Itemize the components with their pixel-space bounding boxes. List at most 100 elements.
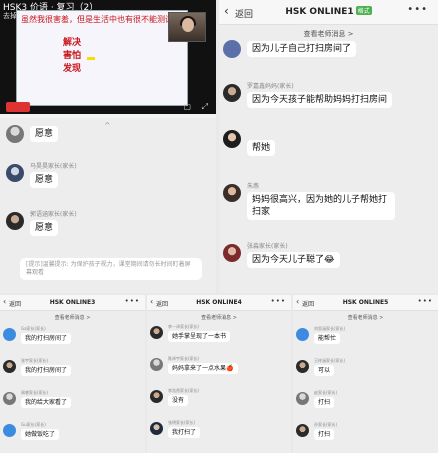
- avatar[interactable]: [150, 326, 163, 339]
- sender-name: 李一泽家长(家长): [168, 324, 200, 329]
- video-subtitle: 去掉: [3, 12, 17, 20]
- divider: [0, 114, 216, 118]
- nav-bar: ‹ 返回 HSK ONLINE1 格式 •••: [219, 0, 438, 25]
- chat-title-text: HSK ONLINE1: [285, 7, 354, 17]
- message-bubble: 我的给大家看了: [21, 397, 72, 408]
- sender-name: 刘思涵家长(家长): [314, 326, 346, 331]
- avatar[interactable]: [6, 212, 24, 230]
- avatar[interactable]: [296, 328, 309, 341]
- message-bubble: 愿意: [30, 220, 59, 236]
- sender-name: 王梓涵家长(家长): [314, 358, 346, 363]
- fruit-emoji-icon: 🍎: [226, 365, 234, 372]
- avatar[interactable]: [296, 392, 309, 405]
- chat-message: 因为儿子自己打扫房间了: [219, 38, 438, 78]
- chat-message: 愿意: [0, 124, 216, 164]
- avatar[interactable]: [150, 390, 163, 403]
- chat-message: Gu家长(家长) 她做饭吃了: [0, 421, 145, 453]
- message-bubble: 愿意: [30, 126, 59, 142]
- avatar[interactable]: [223, 40, 241, 58]
- message-bubble: 因为今天儿子聪了😂: [247, 252, 340, 268]
- slide-word: 解决: [63, 38, 82, 48]
- avatar[interactable]: [223, 84, 241, 102]
- avatar[interactable]: [223, 244, 241, 262]
- lesson-slide: 虽然我很害羞，但是生活中也有很不能测试的问题 解决 害怕 发现: [16, 10, 197, 106]
- sender-name: 张明家长(家长): [168, 420, 196, 425]
- chat-title: HSK ONLINE4: [196, 299, 242, 306]
- avatar[interactable]: [150, 358, 163, 371]
- avatar[interactable]: [3, 328, 16, 341]
- nav-bar: ‹ 返回 HSK ONLINE3 •••: [0, 295, 145, 311]
- teacher-face: [182, 18, 194, 32]
- chat-message: 帮她: [219, 128, 438, 168]
- sender-name: 朱燕: [247, 183, 260, 190]
- group-badge: 格式: [355, 6, 372, 15]
- live-video[interactable]: HSK3 价语 · 复习（2） 去掉 虽然我很害羞，但是生活中也有很不能测试的问…: [0, 0, 216, 118]
- chat-message: 郭语涵家长(家长) 愿意: [0, 208, 216, 248]
- chat-message: 朱燕 妈妈很高兴，因为她的儿子帮她打扫家: [219, 180, 438, 230]
- system-notice: [提示]温馨提示: 为保护孩子视力，课堂期间请勿长时间盯着屏幕观看: [20, 258, 202, 280]
- group-chat-panel: ‹ 返回 HSK ONLINE4 ••• 查看老师消息 > 李一泽家长(家长) …: [147, 295, 291, 453]
- sender-name: 赵家长(家长): [314, 390, 338, 395]
- sender-name: 马昊昊家长(家长): [30, 163, 77, 170]
- video-controls-icon[interactable]: ▢ ⤢: [183, 102, 212, 112]
- message-bubble: 可以: [314, 365, 335, 376]
- sender-name: 陈泽宇家长(家长): [168, 356, 200, 361]
- chat-message: 张明家长(家长) 我打扫了: [147, 419, 291, 453]
- more-icon[interactable]: •••: [125, 297, 140, 305]
- classroom-panel: HSK3 价语 · 复习（2） 去掉 虽然我很害羞，但是生活中也有很不能测试的问…: [0, 0, 216, 293]
- message-text: 妈妈拿来了一点水果: [172, 365, 227, 372]
- avatar[interactable]: [223, 184, 241, 202]
- group-chat-panel: ‹ 返回 HSK ONLINE5 ••• 查看老师消息 > 刘思涵家长(家长) …: [293, 295, 438, 453]
- message-bubble: 没有: [168, 395, 189, 406]
- sender-name: Ga家长(家长): [21, 326, 46, 331]
- sender-name: Gu家长(家长): [21, 422, 46, 427]
- slide-word-list: 解决 害怕 发现: [63, 37, 81, 76]
- chat-title: HSK ONLINE1 格式: [219, 6, 438, 17]
- message-bubble: 她手掌呈现了一本书: [168, 331, 231, 342]
- sender-name: 周睿家长(家长): [21, 390, 49, 395]
- sender-name: 郭语涵家长(家长): [30, 211, 77, 218]
- more-icon[interactable]: •••: [271, 297, 286, 305]
- avatar[interactable]: [150, 422, 163, 435]
- chat-message: 孙家长(家长) 打扫: [293, 421, 438, 453]
- group-chat-panel: ‹ 返回 HSK ONLINE1 格式 ••• 查看老师消息 > 因为儿子自己打扫…: [219, 0, 438, 293]
- message-text: 因为今天儿子聪了: [252, 255, 325, 265]
- sender-name: 李浩然家长(家长): [168, 388, 200, 393]
- nav-bar: ‹ 返回 HSK ONLINE4 •••: [147, 295, 291, 311]
- highlighter-mark: [87, 57, 95, 60]
- message-bubble: 能帮忙: [314, 333, 341, 344]
- chat-message: 马昊昊家长(家长) 愿意: [0, 160, 216, 200]
- slide-word: 害怕: [63, 51, 82, 61]
- message-bubble: 愿意: [30, 172, 59, 188]
- message-bubble: 我打扫了: [168, 427, 201, 438]
- app-logo-icon: [6, 102, 30, 112]
- chat-message: 罗嘉鑫妈妈(家长) 因为今天孩子能帮助妈妈打扫房间: [219, 80, 438, 120]
- sender-name: 张宇家长(家长): [21, 358, 49, 363]
- chat-message: 张淼家长(家长) 因为今天儿子聪了😂: [219, 240, 438, 280]
- slide-word: 发现: [63, 64, 82, 74]
- sender-name: 罗嘉鑫妈妈(家长): [247, 83, 294, 90]
- avatar[interactable]: [3, 424, 16, 437]
- chat-title: HSK ONLINE5: [342, 299, 389, 306]
- message-bubble: 因为儿子自己打扫房间了: [247, 41, 357, 57]
- message-bubble: 我的打扫房间了: [21, 365, 72, 376]
- avatar[interactable]: [6, 164, 24, 182]
- avatar[interactable]: [296, 424, 309, 437]
- message-bubble: 她做饭吃了: [21, 429, 60, 440]
- message-bubble: 因为今天孩子能帮助妈妈打扫房间: [247, 92, 393, 108]
- view-teacher-messages-link[interactable]: 查看老师消息 >: [293, 314, 438, 321]
- avatar[interactable]: [296, 360, 309, 373]
- more-icon[interactable]: •••: [418, 297, 433, 305]
- view-teacher-messages-link[interactable]: 查看老师消息 >: [0, 314, 145, 321]
- teacher-camera: [168, 12, 206, 42]
- avatar[interactable]: [223, 130, 241, 148]
- more-icon[interactable]: •••: [407, 4, 428, 15]
- nav-bar: ‹ 返回 HSK ONLINE5 •••: [293, 295, 438, 311]
- message-bubble: 妈妈拿来了一点水果🍎: [168, 363, 238, 374]
- avatar[interactable]: [6, 125, 24, 143]
- avatar[interactable]: [3, 392, 16, 405]
- avatar[interactable]: [3, 360, 16, 373]
- sender-name: 孙家长(家长): [314, 422, 338, 427]
- sender-name: 张淼家长(家长): [247, 243, 288, 250]
- view-teacher-messages-link[interactable]: 查看老师消息 >: [147, 314, 291, 321]
